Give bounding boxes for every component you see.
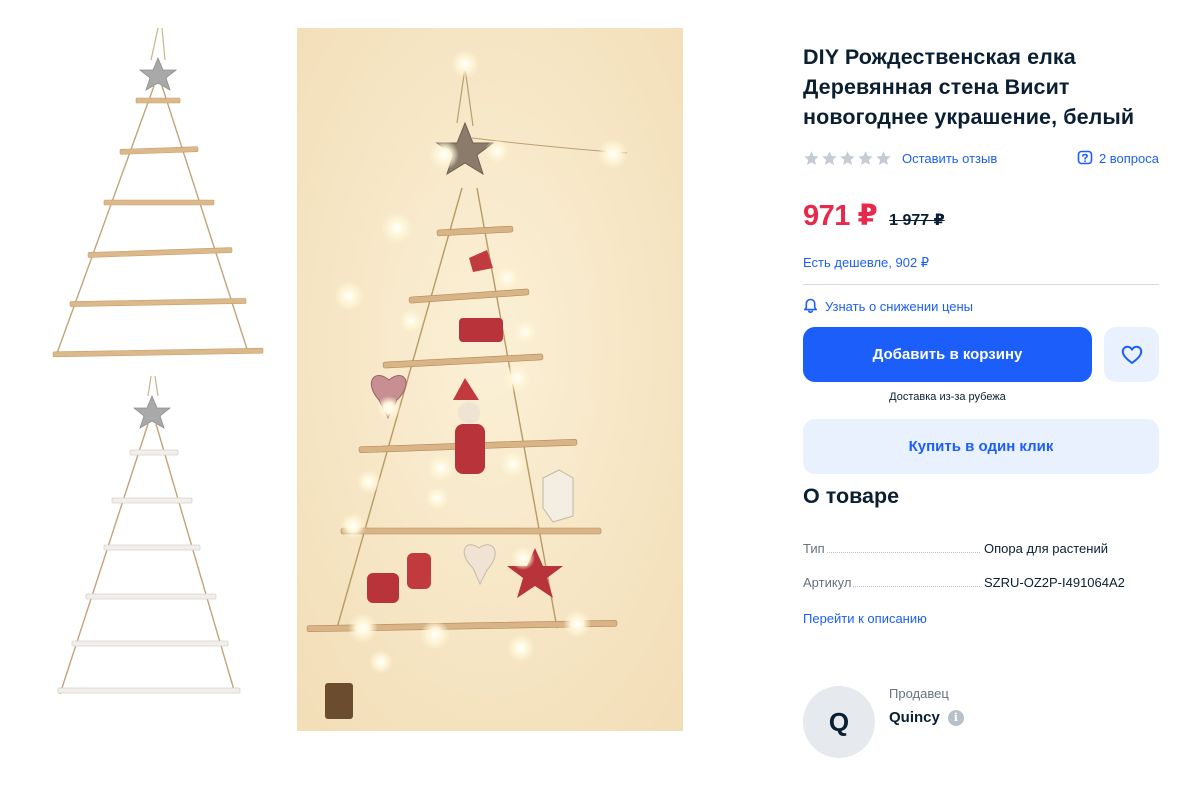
main-product-photo[interactable] [297, 28, 683, 731]
cheaper-offer-link[interactable]: Есть дешевле, 902 ₽ [803, 255, 1159, 285]
thumbnail-natural-tree[interactable] [48, 28, 270, 368]
buy-one-click-button[interactable]: Купить в один клик [803, 419, 1159, 474]
rating-row: Оставить отзыв 2 вопроса [803, 148, 1159, 168]
spec-name: Тип [803, 541, 984, 556]
seller-avatar[interactable]: Q [803, 686, 875, 758]
seller-label: Продавец [889, 686, 949, 701]
cart-actions: Добавить в корзину [803, 327, 1159, 382]
price-row: 971 ₽ 1 977 ₽ [803, 198, 1159, 233]
rating-stars[interactable] [803, 150, 892, 167]
go-to-description-link[interactable]: Перейти к описанию [803, 611, 1159, 626]
seller-name[interactable]: Quincy [889, 709, 940, 726]
star-icon [858, 150, 873, 165]
spec-list: Тип Опора для растений Артикул SZRU-OZ2P-I4… [803, 529, 1159, 597]
heart-icon [1121, 345, 1142, 364]
leave-review-link[interactable]: Оставить отзыв [902, 151, 997, 166]
spec-name-label: Тип [803, 541, 825, 556]
spec-name-label: Артикул [803, 575, 852, 590]
info-icon[interactable]: i [947, 709, 964, 726]
add-to-cart-button[interactable]: Добавить в корзину [803, 327, 1092, 382]
questions-label: 2 вопроса [1098, 150, 1159, 166]
notify-label: Узнать о снижении цены [825, 298, 974, 314]
old-price: 1 977 ₽ [889, 212, 945, 229]
about-section-title: О товаре [803, 484, 900, 508]
lit-wall-tree-photo [297, 28, 683, 731]
star-icon [876, 150, 891, 165]
spec-value: Опора для растений [984, 541, 1108, 556]
seller-block: Q Продавец Quincy i [803, 686, 1159, 758]
price-drop-notify-link[interactable]: Узнать о снижении цены [803, 298, 1159, 314]
spec-value: SZRU-OZ2P-I491064A2 [984, 575, 1125, 590]
spec-dots [853, 586, 980, 587]
questions-link[interactable]: 2 вопроса [1077, 150, 1159, 166]
question-bubble-icon [1077, 150, 1093, 165]
current-price: 971 ₽ [803, 200, 878, 232]
spec-name: Артикул [803, 575, 984, 590]
delivery-note: Доставка из-за рубежа [889, 391, 1006, 403]
product-title: DIY Рождественская елка Деревянная стена… [803, 45, 1135, 129]
seller-info: Продавец Quincy i [889, 686, 964, 758]
star-icon [804, 150, 819, 165]
spec-row: Артикул SZRU-OZ2P-I491064A2 [803, 563, 1159, 597]
thumbnail-list [48, 28, 270, 716]
spec-dots [826, 552, 980, 553]
star-icon [840, 150, 855, 165]
star-icon [822, 150, 837, 165]
product-info-panel: DIY Рождественская елка Деревянная стена… [803, 42, 1159, 758]
thumbnail-white-tree[interactable] [48, 376, 270, 716]
spec-row: Тип Опора для растений [803, 529, 1159, 563]
bell-icon [804, 298, 817, 313]
seller-name-row: Quincy i [889, 709, 964, 726]
favorite-button[interactable] [1104, 327, 1159, 382]
